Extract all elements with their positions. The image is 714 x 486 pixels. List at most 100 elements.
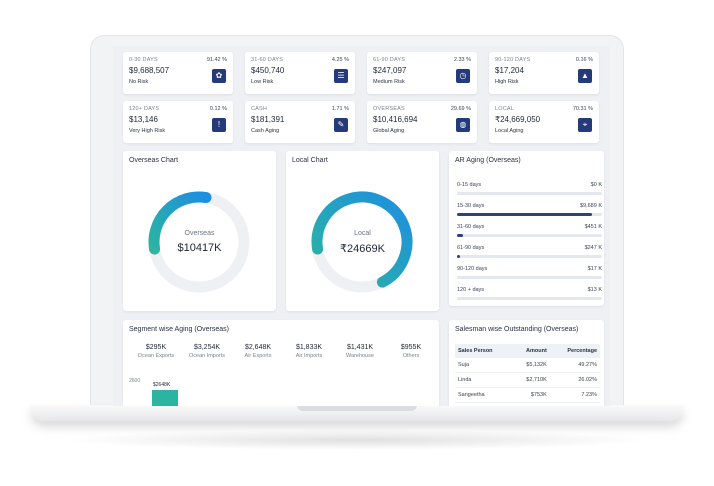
segment-name: Others — [402, 353, 420, 359]
salesman-title: Salesman wise Outstanding (Overseas) — [455, 326, 579, 333]
ar-aging-fill — [457, 234, 463, 237]
cash-icon: ✎ — [334, 118, 348, 132]
stat-percent: 1.71 % — [331, 106, 349, 112]
stat-card[interactable]: 61-90 DAYS 2.33 % $247,097 Medium Risk ◷ — [367, 52, 477, 94]
segment-cell[interactable]: $1,833K Air Imports — [284, 344, 334, 359]
header-amount: Amount — [512, 344, 550, 358]
stat-card[interactable]: OVERSEAS 29.69 % $10,416,694 Global Aging ◍ — [367, 101, 477, 143]
stat-percent: 0.12 % — [209, 106, 227, 112]
ar-aging-row[interactable]: 61-90 days $247 K — [457, 245, 602, 258]
laptop-shadow — [60, 430, 654, 450]
table-row[interactable]: Linda $2,710K 26.02% — [455, 372, 600, 388]
ar-aging-amount: $13 K — [587, 287, 602, 293]
ar-aging-track — [457, 234, 602, 237]
row-amount: $2,710K — [512, 372, 550, 388]
header-sales-person: Sales Person — [455, 344, 513, 358]
segment-name: Ocean Exports — [137, 353, 175, 359]
segment-value: $955K — [400, 344, 422, 351]
row-amount: $753K — [512, 387, 550, 403]
ar-aging-amount: $9,689 K — [579, 203, 602, 209]
segment-bar-air-exports[interactable] — [152, 390, 178, 406]
stat-percent: 4.25 % — [331, 57, 349, 63]
ar-aging-range: 120 + days — [457, 287, 485, 293]
ar-aging-panel: AR Aging (Overseas) 0-15 days $0 K 15-30 d… — [449, 151, 604, 306]
table-row[interactable]: Suja $5,132K 49.27% — [455, 358, 600, 373]
dashboard-screen: 0-30 DAYS 91.42 % $9,688,507 No Risk ✿ 31-60 … — [113, 46, 610, 406]
ar-aging-fill — [457, 213, 592, 216]
local-donut-value: ₹24669K — [340, 243, 385, 255]
warning-icon: ▲ — [578, 69, 592, 83]
ar-aging-amount: $0 K — [590, 182, 602, 188]
ar-aging-row[interactable]: 90-120 days $17 K — [457, 266, 602, 279]
salesman-table: Sales Person Amount Percentage Suja $5,1… — [455, 344, 600, 403]
stat-card[interactable]: 0-30 DAYS 91.42 % $9,688,507 No Risk ✿ — [123, 52, 233, 94]
ar-aging-track — [457, 192, 602, 195]
segment-value: $2,648K — [244, 344, 272, 351]
ar-aging-row[interactable]: 15-30 days $9,689 K — [457, 203, 602, 216]
segment-cell[interactable]: $295K Ocean Exports — [131, 344, 181, 359]
ar-aging-range: 0-15 days — [457, 182, 482, 188]
segment-value: $1,833K — [295, 344, 323, 351]
header-percentage: Percentage — [549, 344, 600, 358]
segment-cell[interactable]: $955K Others — [386, 344, 436, 359]
row-amount: $5,132K — [512, 358, 550, 373]
stat-percent: 2.33 % — [453, 57, 471, 63]
ar-aging-row[interactable]: 120 + days $13 K — [457, 287, 602, 300]
overseas-chart-panel: Overseas Chart Overseas $10417K — [123, 151, 276, 311]
segment-name: Warehouse — [346, 353, 374, 359]
row-percentage: 26.02% — [549, 372, 600, 388]
ar-aging-range: 31-60 days — [457, 224, 485, 230]
stat-percent: 0.16 % — [575, 57, 593, 63]
row-name: Linda — [455, 372, 513, 388]
ar-aging-row[interactable]: 31-60 days $451 K — [457, 224, 602, 237]
row-name: Suja — [455, 358, 513, 373]
segment-bar-label: $2648K — [153, 382, 171, 388]
row-percentage: 49.27% — [549, 358, 600, 373]
stat-card[interactable]: 120+ DAYS 0.12 % $13,146 Very High Risk! — [123, 101, 233, 143]
globe-icon: ◍ — [456, 118, 470, 132]
ar-aging-track — [457, 276, 602, 279]
ar-aging-amount: $451 K — [584, 224, 602, 230]
local-chart-panel: Local Chart Local ₹24669K — [286, 151, 439, 311]
segment-aging-panel: Segment wise Aging (Overseas) $295K Ocean… — [123, 320, 439, 406]
stat-card[interactable]: CASH 1.71 % $181,391 Cash Aging ✎ — [245, 101, 355, 143]
stat-percent: 70.31 % — [572, 106, 593, 112]
safe-icon: ✿ — [212, 69, 226, 83]
ar-aging-fill — [457, 255, 460, 258]
ar-aging-amount: $17 K — [587, 266, 602, 272]
segment-cell[interactable]: $1,431K Warehouse — [335, 344, 385, 359]
stat-card[interactable]: 31-60 DAYS 4.25 % $450,740 Low Risk ☰ — [245, 52, 355, 94]
segment-aging-title: Segment wise Aging (Overseas) — [129, 326, 229, 333]
ar-aging-range: 90-120 days — [457, 266, 488, 272]
stat-card[interactable]: 90-120 DAYS 0.16 % $17,204 High Risk ▲ — [489, 52, 599, 94]
ar-aging-row[interactable]: 0-15 days $0 K — [457, 182, 602, 195]
stat-card[interactable]: LOCAL 70.31 % ₹24,669,050 Local Aging ⌖ — [489, 101, 599, 143]
ar-aging-title: AR Aging (Overseas) — [455, 157, 521, 164]
segment-value: $1,431K — [346, 344, 374, 351]
stat-percent: 29.69 % — [450, 106, 471, 112]
ar-aging-track — [457, 297, 602, 300]
segment-cell[interactable]: $2,648K Air Exports — [233, 344, 283, 359]
segment-cell[interactable]: $3,254K Ocean Imports — [182, 344, 232, 359]
salesman-panel: Salesman wise Outstanding (Overseas) Sal… — [449, 320, 604, 406]
row-name: Sangeetha — [455, 387, 513, 403]
laptop-mockup: 0-30 DAYS 91.42 % $9,688,507 No Risk ✿ 31-60 … — [0, 0, 714, 486]
document-icon: ☰ — [334, 69, 348, 83]
segment-axis-label: 2600 — [129, 378, 141, 384]
segment-name: Air Exports — [244, 353, 272, 359]
salesman-table-header: Sales Person Amount Percentage — [455, 344, 600, 358]
clock-icon: ◷ — [456, 69, 470, 83]
ar-aging-track — [457, 213, 602, 216]
segment-value: $3,254K — [193, 344, 221, 351]
overseas-donut-label: Overseas — [184, 230, 215, 237]
segment-name: Air Imports — [295, 353, 323, 359]
segment-value: $295K — [145, 344, 167, 351]
table-row[interactable]: Sangeetha $753K 7.23% — [455, 387, 600, 403]
ar-aging-track — [457, 255, 602, 258]
ar-aging-amount: $247 K — [584, 245, 602, 251]
overseas-donut-value: $10417K — [177, 242, 222, 254]
segment-name: Ocean Imports — [188, 353, 226, 359]
alert-icon: ! — [212, 118, 226, 132]
location-icon: ⌖ — [578, 118, 592, 132]
row-percentage: 7.23% — [549, 387, 600, 403]
